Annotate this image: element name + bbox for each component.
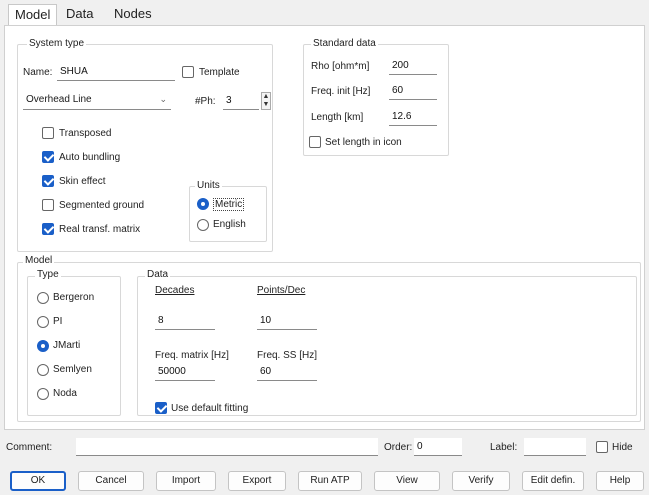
chevron-down-icon: ⌄ [159,94,167,104]
tab-model[interactable]: Model [8,4,58,26]
model-data-group [137,276,637,416]
units-english-label: English [213,219,246,230]
hide-checkbox[interactable] [596,441,608,453]
import-button[interactable]: Import [156,471,216,491]
set-length-checkbox[interactable] [309,136,321,148]
hide-label: Hide [612,442,633,453]
rho-label: Rho [ohm*m] [311,61,370,72]
units-metric-radio[interactable] [197,198,209,210]
use-default-fitting-checkbox[interactable] [155,402,167,414]
label-field[interactable] [524,438,586,456]
freq-ss-field[interactable] [257,363,317,381]
comment-label: Comment: [6,442,53,453]
model-group-label: Model [23,255,55,266]
type-semlyen-label: Semlyen [53,364,92,375]
decades-field[interactable] [155,312,215,330]
tab-data[interactable]: Data [60,4,99,26]
real-transf-matrix-label: Real transf. matrix [59,224,141,235]
real-transf-matrix-checkbox[interactable] [42,223,54,235]
nph-label: #Ph: [195,96,216,107]
model-data-label: Data [145,269,171,280]
auto-bundling-label: Auto bundling [59,152,121,163]
skin-effect-label: Skin effect [59,176,106,187]
type-noda-radio[interactable] [37,388,49,400]
freq-matrix-label: Freq. matrix [Hz] [155,350,229,361]
skin-effect-checkbox[interactable] [42,175,54,187]
help-button[interactable]: Help [596,471,644,491]
type-bergeron-radio[interactable] [37,292,49,304]
type-bergeron-label: Bergeron [53,292,95,303]
units-metric-label: Metric [213,198,245,211]
points-per-dec-label: Points/Dec [257,285,306,296]
template-checkbox[interactable] [182,66,194,78]
label-label: Label: [490,442,518,453]
edit-defin-button[interactable]: Edit defin. [522,471,584,491]
nph-spinner[interactable]: ▲ ▼ [261,92,271,110]
segmented-ground-checkbox[interactable] [42,199,54,211]
view-button[interactable]: View [374,471,440,491]
length-field[interactable] [389,108,437,126]
ok-button[interactable]: OK [10,471,66,491]
order-field[interactable] [414,438,462,456]
cancel-button[interactable]: Cancel [78,471,144,491]
template-label: Template [199,67,240,78]
freq-matrix-field[interactable] [155,363,215,381]
type-pi-label: PI [53,316,63,327]
units-label: Units [195,180,222,191]
length-label: Length [km] [311,112,364,123]
freq-init-field[interactable] [389,82,437,100]
tab-nodes[interactable]: Nodes [108,4,158,26]
units-group [189,186,267,242]
use-default-fitting-label: Use default fitting [171,403,249,414]
name-label: Name: [23,67,53,78]
spin-up-icon[interactable]: ▲ [262,93,270,101]
name-field[interactable] [57,63,175,81]
type-noda-label: Noda [53,388,77,399]
line-type-select[interactable]: Overhead Line ⌄ [23,92,171,110]
comment-field[interactable] [76,438,378,456]
type-jmarti-radio[interactable] [37,340,49,352]
tab-bar: Model Data Nodes [0,0,649,26]
standard-data-label: Standard data [311,38,378,49]
decades-label: Decades [155,285,195,296]
model-type-label: Type [35,269,61,280]
system-type-label: System type [27,38,87,49]
spin-down-icon[interactable]: ▼ [262,101,270,109]
transposed-checkbox[interactable] [42,127,54,139]
model-panel: System type Name: Template Overhead Line… [4,25,645,430]
points-per-dec-field[interactable] [257,312,317,330]
freq-init-label: Freq. init [Hz] [311,86,371,97]
segmented-ground-label: Segmented ground [59,200,145,211]
type-pi-radio[interactable] [37,316,49,328]
units-english-radio[interactable] [197,219,209,231]
rho-field[interactable] [389,57,437,75]
export-button[interactable]: Export [228,471,286,491]
set-length-label: Set length in icon [325,137,402,148]
auto-bundling-checkbox[interactable] [42,151,54,163]
verify-button[interactable]: Verify [452,471,510,491]
order-label: Order: [384,442,413,453]
freq-ss-label: Freq. SS [Hz] [257,350,318,361]
type-semlyen-radio[interactable] [37,364,49,376]
run-atp-button[interactable]: Run ATP [298,471,362,491]
type-jmarti-label: JMarti [53,340,81,351]
transposed-label: Transposed [59,128,112,139]
nph-field[interactable] [223,92,259,110]
line-type-value: Overhead Line [26,94,92,105]
